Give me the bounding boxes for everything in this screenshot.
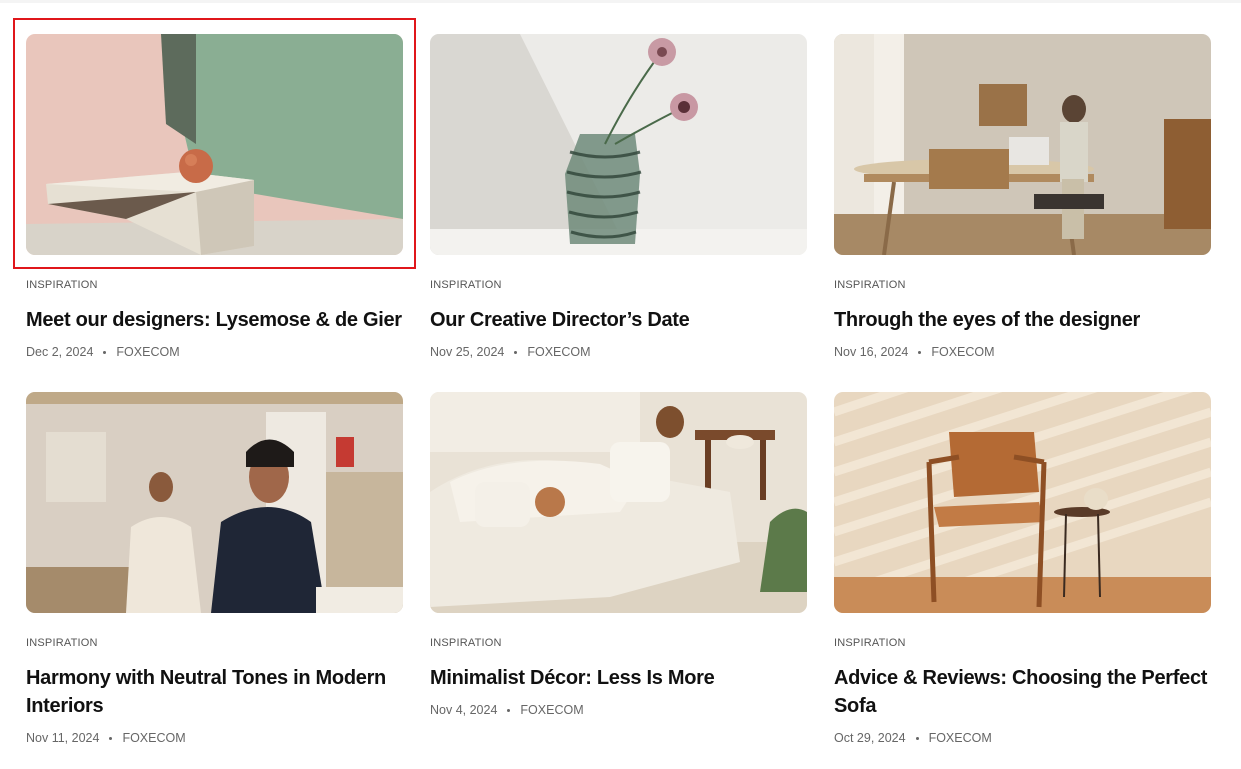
post-category[interactable]: INSPIRATION <box>26 637 403 650</box>
post-meta: Nov 16, 2024 FOXECOM <box>834 344 1211 360</box>
meta-separator <box>109 736 113 740</box>
post-author: FOXECOM <box>527 345 591 359</box>
meta-separator <box>915 736 919 740</box>
post-meta: Oct 29, 2024 FOXECOM <box>834 730 1211 746</box>
post-title[interactable]: Minimalist Décor: Less Is More <box>430 664 807 692</box>
blog-card[interactable]: INSPIRATION Advice & Reviews: Choosing t… <box>834 392 1211 746</box>
post-title[interactable]: Harmony with Neutral Tones in Modern Int… <box>26 664 403 720</box>
post-category[interactable]: INSPIRATION <box>430 637 807 650</box>
post-date: Nov 11, 2024 <box>26 731 100 745</box>
post-date: Nov 4, 2024 <box>430 703 498 717</box>
blog-card[interactable]: INSPIRATION Meet our designers: Lysemose… <box>26 34 403 360</box>
meta-separator <box>514 350 518 354</box>
post-title[interactable]: Meet our designers: Lysemose & de Gier <box>26 306 403 334</box>
blog-card[interactable]: INSPIRATION Minimalist Décor: Less Is Mo… <box>430 392 807 718</box>
post-date: Oct 29, 2024 <box>834 731 906 745</box>
designer-studio-image <box>834 34 1211 255</box>
post-category[interactable]: INSPIRATION <box>430 279 807 292</box>
blog-card[interactable]: INSPIRATION Through the eyes of the desi… <box>834 34 1211 360</box>
blog-card[interactable]: INSPIRATION Harmony with Neutral Tones i… <box>26 392 403 746</box>
post-title[interactable]: Through the eyes of the designer <box>834 306 1211 334</box>
post-author: FOXECOM <box>931 345 995 359</box>
post-category[interactable]: INSPIRATION <box>834 279 1211 292</box>
meta-separator <box>103 350 107 354</box>
post-meta: Nov 11, 2024 FOXECOM <box>26 730 403 746</box>
post-thumbnail[interactable] <box>834 392 1211 613</box>
post-category[interactable]: INSPIRATION <box>834 637 1211 650</box>
post-thumbnail[interactable] <box>430 34 807 255</box>
meta-separator <box>507 708 511 712</box>
post-date: Nov 25, 2024 <box>430 345 505 359</box>
blog-card[interactable]: INSPIRATION Our Creative Director’s Date… <box>430 34 807 360</box>
lounge-chair-image <box>834 392 1211 613</box>
post-meta: Nov 25, 2024 FOXECOM <box>430 344 807 360</box>
post-date: Nov 16, 2024 <box>834 345 909 359</box>
designer-objects-image <box>26 34 403 255</box>
post-title[interactable]: Our Creative Director’s Date <box>430 306 807 334</box>
post-date: Dec 2, 2024 <box>26 345 94 359</box>
post-author: FOXECOM <box>928 731 992 745</box>
post-thumbnail[interactable] <box>834 34 1211 255</box>
post-category[interactable]: INSPIRATION <box>26 279 403 292</box>
post-meta: Dec 2, 2024 FOXECOM <box>26 344 403 360</box>
meta-separator <box>918 350 922 354</box>
post-meta: Nov 4, 2024 FOXECOM <box>430 702 807 718</box>
post-thumbnail[interactable] <box>26 34 403 255</box>
vase-flowers-image <box>430 34 807 255</box>
post-title[interactable]: Advice & Reviews: Choosing the Perfect S… <box>834 664 1211 720</box>
post-thumbnail[interactable] <box>430 392 807 613</box>
post-author: FOXECOM <box>520 703 584 717</box>
designers-portrait-image <box>26 392 403 613</box>
sofa-living-room-image <box>430 392 807 613</box>
post-thumbnail[interactable] <box>26 392 403 613</box>
top-divider <box>0 0 1241 3</box>
post-author: FOXECOM <box>122 731 186 745</box>
post-author: FOXECOM <box>116 345 180 359</box>
